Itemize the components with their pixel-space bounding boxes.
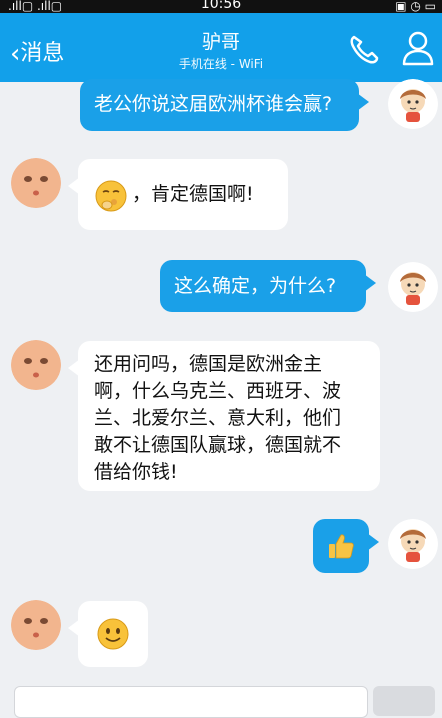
message-bubble-outgoing[interactable]: 老公你说这届欧洲杯谁会赢?	[80, 79, 369, 131]
input-bar	[0, 676, 442, 718]
status-time: 10:56	[200, 0, 242, 12]
message-bubble-outgoing[interactable]: 这么确定，为什么?	[160, 260, 376, 312]
contact-avatar[interactable]	[11, 340, 61, 390]
profile-icon[interactable]	[400, 29, 436, 67]
status-bar: .ıll▢ .ıll▢ 10:56 ▣ ◷ ▭	[0, 0, 442, 13]
contact-avatar[interactable]	[11, 600, 61, 650]
message-bubble-incoming[interactable]: 还用问吗，德国是欧洲金主 啊，什么乌克兰、西班牙、波 兰、北爱尔兰、意大利，他们…	[68, 341, 380, 491]
message-text-line: 啊，什么乌克兰、西班牙、波	[94, 380, 342, 402]
my-avatar[interactable]	[388, 79, 438, 129]
message-bubble-incoming[interactable]	[68, 601, 148, 667]
message-input[interactable]	[14, 686, 368, 718]
message-text-line: 敢不让德国队赢球，德国就不	[94, 434, 342, 456]
message-text-line: 借给你钱!	[94, 461, 178, 483]
message-bubble-outgoing[interactable]	[313, 519, 379, 573]
message-text: 老公你说这届欧洲杯谁会赢?	[94, 93, 333, 115]
chat-header: ‹消息 驴哥 手机在线 - WiFi	[0, 13, 442, 82]
smile-emoji-icon	[97, 618, 129, 650]
thinking-emoji-icon	[95, 180, 127, 212]
message-text-line: 兰、北爱尔兰、意大利，他们	[94, 407, 342, 429]
message-text: 这么确定，为什么?	[174, 275, 337, 297]
message-bubble-incoming[interactable]: ，肯定德国啊!	[68, 159, 288, 230]
message-text: ，肯定德国啊!	[132, 183, 254, 205]
my-avatar[interactable]	[388, 262, 438, 312]
contact-avatar[interactable]	[11, 158, 61, 208]
my-avatar[interactable]	[388, 519, 438, 569]
send-button[interactable]	[373, 686, 435, 716]
phone-icon[interactable]	[346, 31, 382, 67]
message-text-line: 还用问吗，德国是欧洲金主	[94, 353, 323, 375]
status-right-icons: ▣ ◷ ▭	[395, 0, 436, 13]
thumbs-up-icon	[329, 534, 354, 559]
